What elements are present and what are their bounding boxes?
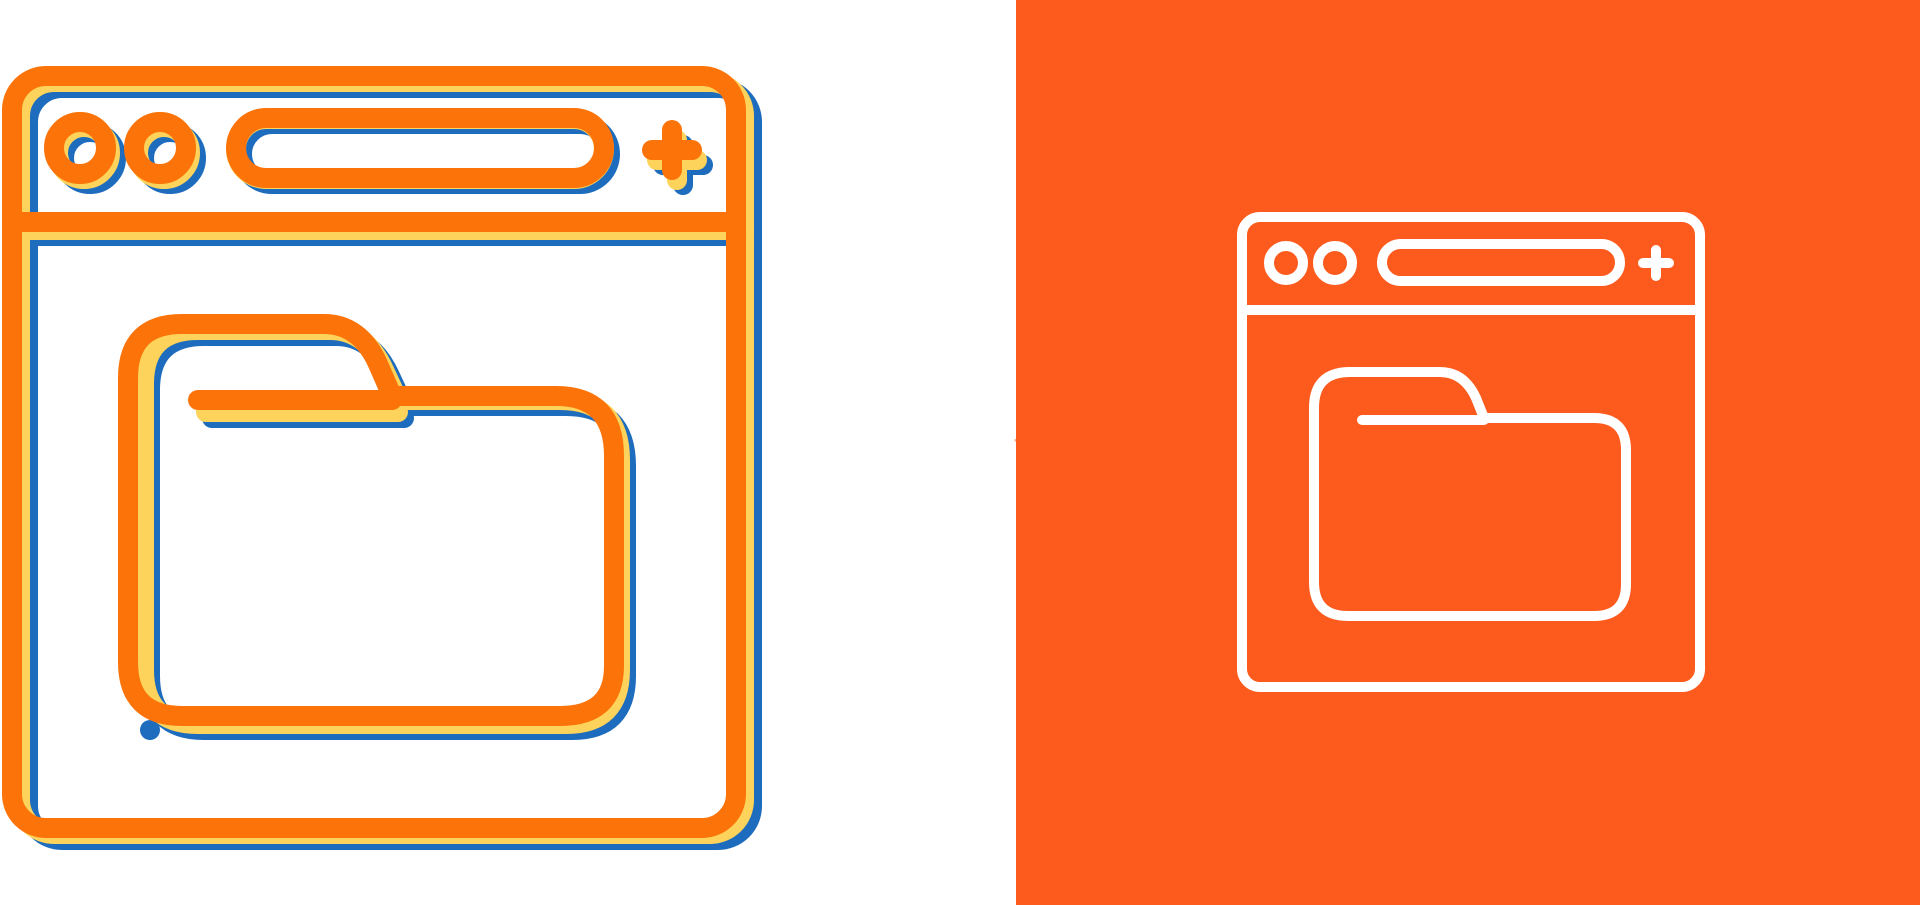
folder-icon [118, 314, 624, 726]
address-bar [226, 108, 614, 188]
browser-folder-icon-outline [1016, 0, 1920, 905]
window-dot-1-icon [44, 112, 116, 184]
right-panel-background [1016, 0, 1920, 905]
left-panel [0, 0, 1016, 905]
browser-folder-icon-multicolor [2, 66, 762, 850]
right-panel [1016, 0, 1920, 905]
icon-showcase [0, 0, 1920, 905]
window-dot-2-icon [124, 112, 196, 184]
seam-brush-texture [1014, 390, 1042, 506]
